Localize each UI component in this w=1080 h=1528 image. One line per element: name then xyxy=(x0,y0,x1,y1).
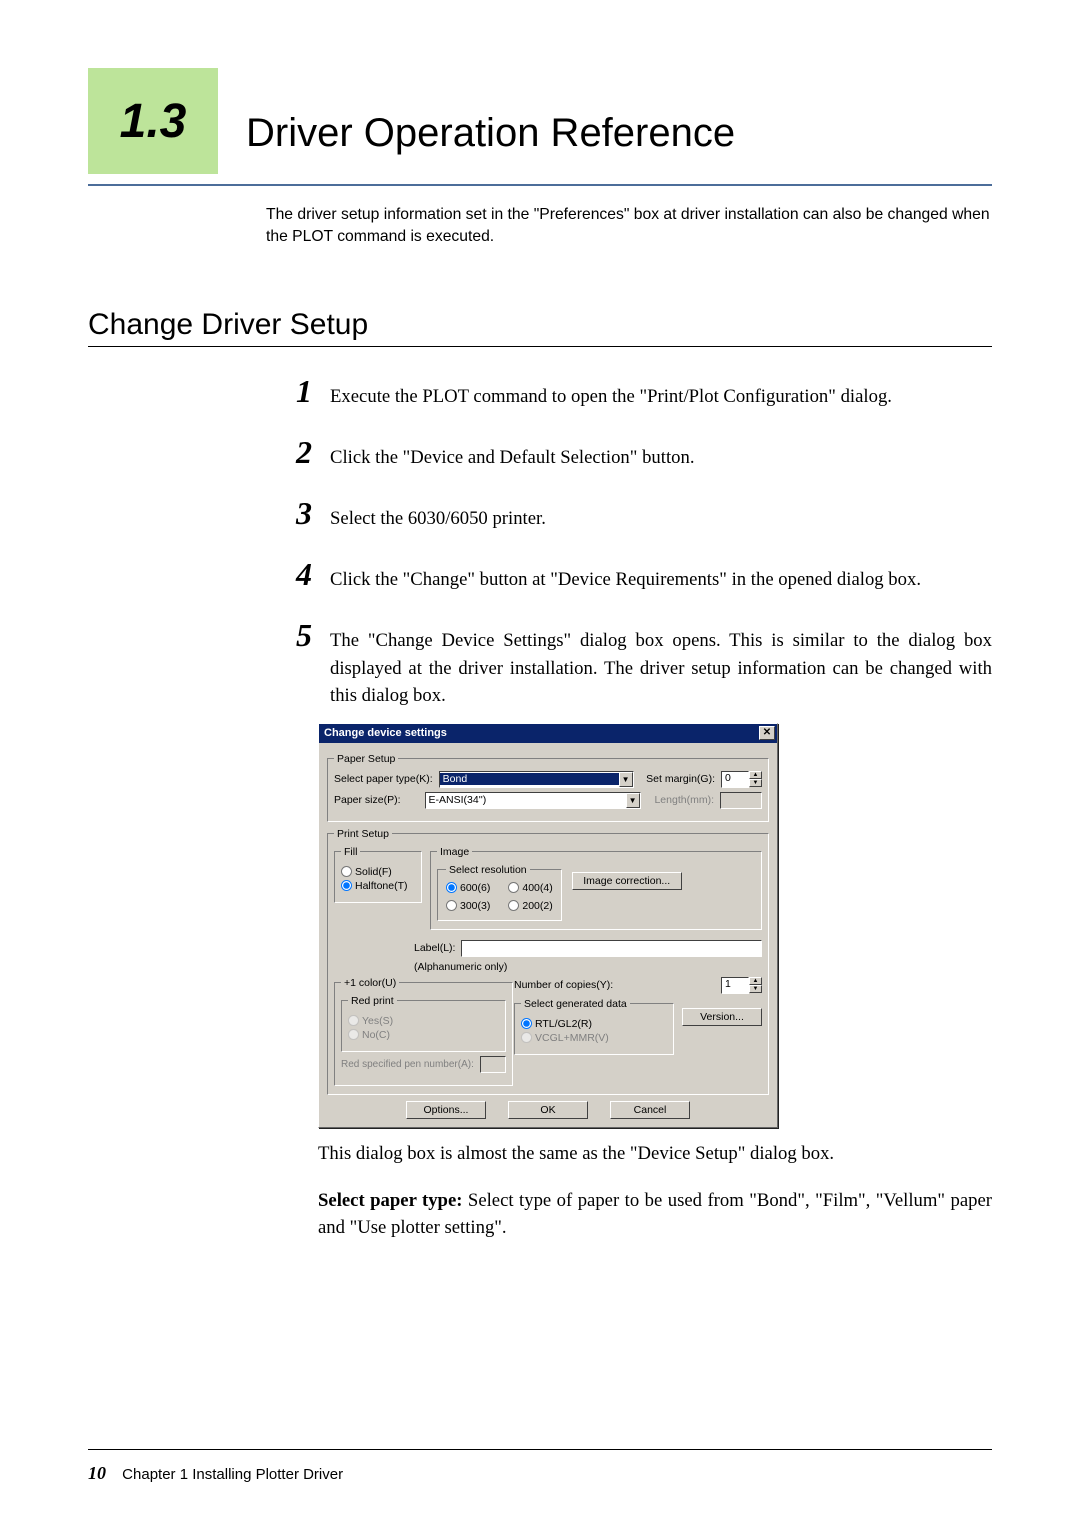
red-pen-label: Red specified pen number(A): xyxy=(341,1059,474,1070)
paper-size-select[interactable]: E-ANSI(34'') ▼ xyxy=(425,792,641,809)
copies-stepper[interactable]: 1 ▲▼ xyxy=(721,977,762,994)
paper-setup-group: Paper Setup Select paper type(K): Bond ▼… xyxy=(327,753,769,822)
step-list: 1 Execute the PLOT command to open the "… xyxy=(296,375,992,709)
margin-value[interactable]: 0 xyxy=(721,771,749,788)
step-number: 4 xyxy=(296,558,324,590)
step-text: Click the "Device and Default Selection"… xyxy=(324,436,695,471)
spin-down-icon[interactable]: ▼ xyxy=(749,985,762,993)
section-rule xyxy=(88,184,992,186)
select-paper-type-label: Select paper type(K): xyxy=(334,773,433,785)
step-text: Execute the PLOT command to open the "Pr… xyxy=(324,375,892,410)
step-number: 5 xyxy=(296,619,324,651)
red-no-radio: No(C) xyxy=(348,1029,499,1041)
label-label: Label(L): xyxy=(414,942,455,954)
plus1-color-group: +1 color(U) Red print Yes(S) No(C) Red s… xyxy=(334,977,513,1086)
num-copies-label: Number of copies(Y): xyxy=(514,979,613,991)
step-3: 3 Select the 6030/6050 printer. xyxy=(296,497,992,532)
step-text: Select the 6030/6050 printer. xyxy=(324,497,546,532)
subsection-rule xyxy=(88,346,992,347)
change-device-settings-dialog: Change device settings ✕ Paper Setup Sel… xyxy=(318,723,778,1128)
plus1-color-legend: +1 color(U) xyxy=(341,977,399,989)
res-300-radio[interactable]: 300(3) xyxy=(446,900,490,912)
followup-text-2: Select paper type: Select type of paper … xyxy=(318,1187,992,1241)
step-number: 2 xyxy=(296,436,324,468)
chapter-label: Chapter 1 Installing Plotter Driver xyxy=(122,1466,343,1483)
spin-up-icon[interactable]: ▲ xyxy=(749,771,762,779)
set-margin-label: Set margin(G): xyxy=(646,773,715,785)
margin-stepper[interactable]: 0 ▲▼ xyxy=(721,771,762,788)
step-5: 5 The "Change Device Settings" dialog bo… xyxy=(296,619,992,708)
image-legend: Image xyxy=(437,846,472,858)
length-label: Length(mm): xyxy=(654,794,714,806)
section-title: Driver Operation Reference xyxy=(246,111,735,174)
spin-down-icon[interactable]: ▼ xyxy=(749,779,762,787)
print-setup-legend: Print Setup xyxy=(334,828,392,840)
fill-solid-radio[interactable]: Solid(F) xyxy=(341,866,415,878)
paper-setup-legend: Paper Setup xyxy=(334,753,398,765)
select-resolution-group: Select resolution 600(6) 400(4) 300(3) 2… xyxy=(437,864,562,921)
subsection-title: Change Driver Setup xyxy=(88,308,1080,342)
chevron-down-icon[interactable]: ▼ xyxy=(619,772,633,787)
page-number: 10 xyxy=(88,1463,106,1483)
cancel-button[interactable]: Cancel xyxy=(610,1101,690,1119)
red-yes-radio: Yes(S) xyxy=(348,1015,499,1027)
paper-type-select[interactable]: Bond ▼ xyxy=(439,771,634,788)
footer-rule xyxy=(88,1449,992,1450)
ok-button[interactable]: OK xyxy=(508,1101,588,1119)
resolution-legend: Select resolution xyxy=(446,864,530,876)
res-600-radio[interactable]: 600(6) xyxy=(446,882,490,894)
intro-paragraph: The driver setup information set in the … xyxy=(266,204,992,248)
step-4: 4 Click the "Change" button at "Device R… xyxy=(296,558,992,593)
rtl-gl2-radio[interactable]: RTL/GL2(R) xyxy=(521,1018,667,1030)
step-number: 1 xyxy=(296,375,324,407)
section-number-box: 1.3 xyxy=(88,68,218,174)
step-number: 3 xyxy=(296,497,324,529)
res-400-radio[interactable]: 400(4) xyxy=(508,882,552,894)
close-icon[interactable]: ✕ xyxy=(759,726,775,740)
vcgl-mmr-radio: VCGL+MMR(V) xyxy=(521,1032,667,1044)
page-footer: 10 Chapter 1 Installing Plotter Driver xyxy=(88,1463,343,1484)
paper-size-label: Paper size(P): xyxy=(334,794,401,806)
length-field xyxy=(720,792,762,809)
step-2: 2 Click the "Device and Default Selectio… xyxy=(296,436,992,471)
section-number: 1.3 xyxy=(120,94,187,149)
followup-bold-label: Select paper type: xyxy=(318,1190,462,1211)
label-field[interactable] xyxy=(461,940,762,957)
image-correction-button[interactable]: Image correction... xyxy=(572,872,682,890)
followup-text-1: This dialog box is almost the same as th… xyxy=(318,1140,992,1167)
step-text: Click the "Change" button at "Device Req… xyxy=(324,558,921,593)
dialog-titlebar: Change device settings ✕ xyxy=(319,724,777,743)
section-header: 1.3 Driver Operation Reference xyxy=(0,0,1080,174)
spin-up-icon[interactable]: ▲ xyxy=(749,977,762,985)
image-group: Image Select resolution 600(6) 400(4) 30… xyxy=(430,846,762,930)
copies-value[interactable]: 1 xyxy=(721,977,749,994)
dialog-screenshot: Change device settings ✕ Paper Setup Sel… xyxy=(318,723,1080,1128)
fill-group: Fill Solid(F) Halftone(T) xyxy=(334,846,422,903)
red-print-group: Red print Yes(S) No(C) xyxy=(341,995,506,1052)
select-generated-data-group: Select generated data RTL/GL2(R) VCGL+MM… xyxy=(514,998,674,1055)
fill-legend: Fill xyxy=(341,846,360,858)
paper-size-value: E-ANSI(34'') xyxy=(426,794,626,806)
fill-halftone-radio[interactable]: Halftone(T) xyxy=(341,880,415,892)
red-print-legend: Red print xyxy=(348,995,397,1007)
alpha-only-note: (Alphanumeric only) xyxy=(414,961,507,973)
red-pen-field xyxy=(480,1056,506,1073)
gen-data-legend: Select generated data xyxy=(521,998,630,1010)
options-button[interactable]: Options... xyxy=(406,1101,486,1119)
step-text: The "Change Device Settings" dialog box … xyxy=(324,619,992,708)
dialog-button-row: Options... OK Cancel xyxy=(327,1101,769,1119)
paper-type-value: Bond xyxy=(440,773,619,785)
dialog-title: Change device settings xyxy=(324,727,447,739)
version-button[interactable]: Version... xyxy=(682,1008,762,1026)
print-setup-group: Print Setup Fill Solid(F) Halftone(T) Im… xyxy=(327,828,769,1095)
res-200-radio[interactable]: 200(2) xyxy=(508,900,552,912)
chevron-down-icon[interactable]: ▼ xyxy=(626,793,640,808)
step-1: 1 Execute the PLOT command to open the "… xyxy=(296,375,992,410)
